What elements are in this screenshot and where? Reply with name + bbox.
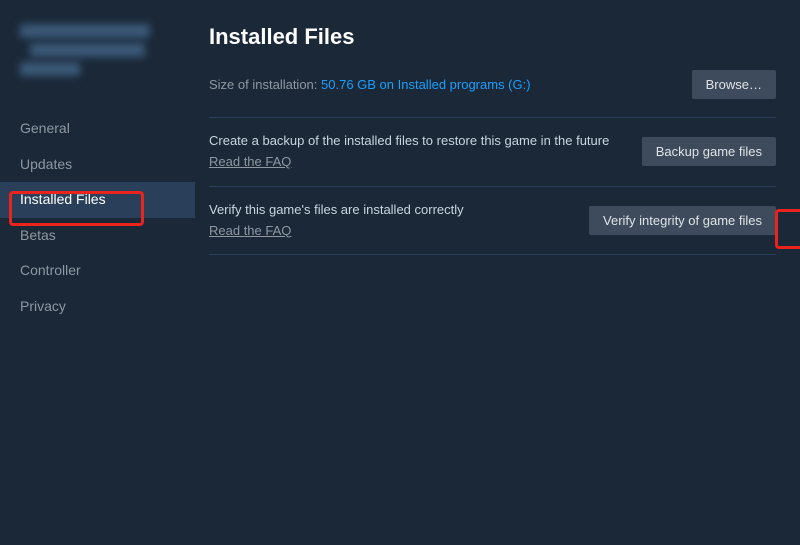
backup-faq-link[interactable]: Read the FAQ <box>209 153 291 172</box>
install-size-row: Size of installation: 50.76 GB on Instal… <box>209 70 776 118</box>
sidebar: General Updates Installed Files Betas Co… <box>0 0 195 545</box>
sidebar-item-installed-files[interactable]: Installed Files <box>0 182 195 218</box>
browse-button[interactable]: Browse… <box>692 70 776 99</box>
sidebar-item-controller[interactable]: Controller <box>0 253 195 289</box>
verify-faq-link[interactable]: Read the FAQ <box>209 222 291 241</box>
redacted-text <box>20 62 80 76</box>
backup-description: Create a backup of the installed files t… <box>209 133 609 148</box>
backup-row: Create a backup of the installed files t… <box>209 118 776 187</box>
verify-row: Verify this game's files are installed c… <box>209 187 776 256</box>
sidebar-item-privacy[interactable]: Privacy <box>0 289 195 325</box>
main-content: Installed Files Size of installation: 50… <box>195 0 800 545</box>
redacted-text <box>20 24 150 38</box>
sidebar-item-updates[interactable]: Updates <box>0 147 195 183</box>
redacted-text <box>30 43 145 57</box>
verify-description: Verify this game's files are installed c… <box>209 202 464 217</box>
highlight-verify-annotation <box>775 209 800 249</box>
verify-integrity-button[interactable]: Verify integrity of game files <box>589 206 776 235</box>
sidebar-item-betas[interactable]: Betas <box>0 218 195 254</box>
sidebar-header <box>0 24 195 93</box>
backup-game-files-button[interactable]: Backup game files <box>642 137 776 166</box>
size-value-link[interactable]: 50.76 GB on Installed programs (G:) <box>321 77 531 92</box>
sidebar-item-general[interactable]: General <box>0 111 195 147</box>
page-title: Installed Files <box>209 24 776 50</box>
size-label: Size of installation: <box>209 77 321 92</box>
